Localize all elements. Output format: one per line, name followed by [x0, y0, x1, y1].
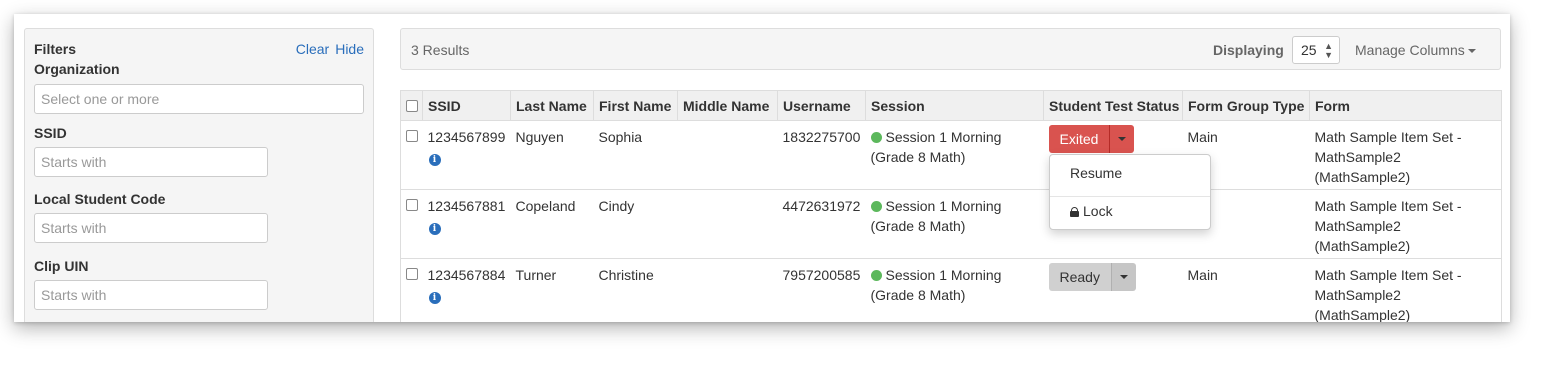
info-icon[interactable]: i — [428, 223, 441, 235]
column-header[interactable]: Student Test Status — [1043, 90, 1183, 121]
ssid-cell: 1234567884 — [427, 267, 506, 283]
caret-down-icon — [1119, 275, 1128, 279]
username-cell: 1832275700 — [777, 120, 866, 190]
results-toolbar: 3 Results Displaying 25 ▲ ▼ Manage Column… — [400, 28, 1501, 70]
row-checkbox[interactable] — [406, 268, 418, 280]
ssid-cell: 1234567899 — [427, 129, 506, 145]
select-all-checkbox[interactable] — [406, 99, 418, 112]
form-cell: Math Sample Item Set - MathSample2 (Math… — [1309, 189, 1502, 259]
manage-columns-label: Manage Columns — [1355, 42, 1465, 58]
column-header[interactable]: Session — [865, 90, 1044, 121]
status-dot-icon — [870, 270, 882, 281]
status-button-group: Ready — [1048, 263, 1136, 291]
lock-menu-label: Lock — [1083, 203, 1113, 219]
ssid-cell: 1234567881 — [427, 198, 506, 214]
row-checkbox[interactable] — [406, 199, 418, 211]
page-size-select[interactable]: 25 ▲ ▼ — [1292, 36, 1340, 64]
column-header[interactable]: SSID — [422, 90, 511, 121]
filters-panel: Filters Clear Hide Organization SSID Loca… — [24, 28, 374, 322]
table-row: 1234567881 i Copeland Cindy 4472631972 Se… — [400, 189, 1502, 259]
status-dropdown-toggle[interactable] — [1109, 125, 1135, 153]
column-header[interactable]: Middle Name — [677, 90, 778, 121]
local-student-code-label: Local Student Code — [34, 191, 166, 207]
column-header[interactable]: Form Group Type — [1182, 90, 1310, 121]
first-name-cell: Christine — [593, 258, 678, 322]
column-header[interactable]: Last Name — [510, 90, 594, 121]
column-header[interactable]: Username — [777, 90, 866, 121]
organization-label: Organization — [34, 61, 120, 77]
middle-name-cell — [677, 120, 778, 190]
hide-filters-link[interactable]: Hide — [335, 41, 364, 57]
last-name-cell: Turner — [510, 258, 594, 322]
ssid-label: SSID — [34, 125, 67, 141]
clip-uin-input[interactable] — [34, 280, 268, 310]
status-button-group: Exited — [1048, 125, 1135, 153]
local-student-code-input[interactable] — [34, 213, 268, 243]
session-cell: Session 1 Morning (Grade 8 Math) — [870, 198, 1002, 234]
status-dot-icon — [870, 201, 882, 212]
organization-select[interactable] — [34, 84, 364, 114]
info-icon[interactable]: i — [428, 292, 441, 304]
middle-name-cell — [677, 189, 778, 259]
results-count: 3 Results — [411, 42, 470, 58]
username-cell: 7957200585 — [777, 258, 866, 322]
select-all-cell — [400, 90, 423, 121]
status-button[interactable]: Ready — [1048, 263, 1111, 291]
username-cell: 4472631972 — [777, 189, 866, 259]
lock-icon — [1070, 207, 1079, 217]
first-name-cell: Cindy — [593, 189, 678, 259]
form-cell: Math Sample Item Set - MathSample2 (Math… — [1309, 120, 1502, 190]
info-icon[interactable]: i — [428, 154, 441, 166]
app-frame: Filters Clear Hide Organization SSID Loca… — [14, 14, 1510, 322]
results-table: SSID Last Name First Name Middle Name Us… — [400, 90, 1502, 322]
table-header-row: SSID Last Name First Name Middle Name Us… — [400, 90, 1502, 121]
resume-menu-item[interactable]: Resume — [1050, 155, 1210, 191]
stepper-arrows-icon: ▲ ▼ — [1324, 41, 1333, 60]
caret-down-icon — [1467, 49, 1476, 54]
session-cell: Session 1 Morning (Grade 8 Math) — [870, 267, 1002, 303]
row-checkbox[interactable] — [406, 130, 418, 142]
last-name-cell: Nguyen — [510, 120, 594, 190]
first-name-cell: Sophia — [593, 120, 678, 190]
lock-menu-item[interactable]: Lock — [1050, 193, 1210, 229]
filters-actions: Clear Hide — [296, 41, 364, 57]
page-size-value: 25 — [1301, 42, 1317, 58]
clear-filters-link[interactable]: Clear — [296, 41, 329, 57]
middle-name-cell — [677, 258, 778, 322]
clip-uin-label: Clip UIN — [34, 258, 89, 274]
status-dropdown-toggle[interactable] — [1110, 263, 1136, 291]
caret-down-icon — [1118, 137, 1127, 141]
manage-columns-button[interactable]: Manage Columns — [1355, 42, 1476, 58]
status-button[interactable]: Exited — [1048, 125, 1110, 153]
table-row: 1234567884 i Turner Christine 7957200585 … — [400, 258, 1502, 322]
filters-title: Filters — [34, 41, 77, 57]
session-cell: Session 1 Morning (Grade 8 Math) — [870, 129, 1002, 165]
displaying-label: Displaying — [1213, 42, 1284, 58]
last-name-cell: Copeland — [510, 189, 594, 259]
column-header[interactable]: Form — [1309, 90, 1502, 121]
status-dropdown-menu: Resume Lock — [1049, 154, 1211, 230]
ssid-input[interactable] — [34, 147, 268, 177]
form-group-type-cell: Main — [1182, 258, 1310, 322]
status-dot-icon — [870, 132, 882, 143]
form-cell: Math Sample Item Set - MathSample2 (Math… — [1309, 258, 1502, 322]
table-row: 1234567899 i Nguyen Sophia 1832275700 Ses… — [400, 120, 1502, 190]
column-header[interactable]: First Name — [593, 90, 678, 121]
